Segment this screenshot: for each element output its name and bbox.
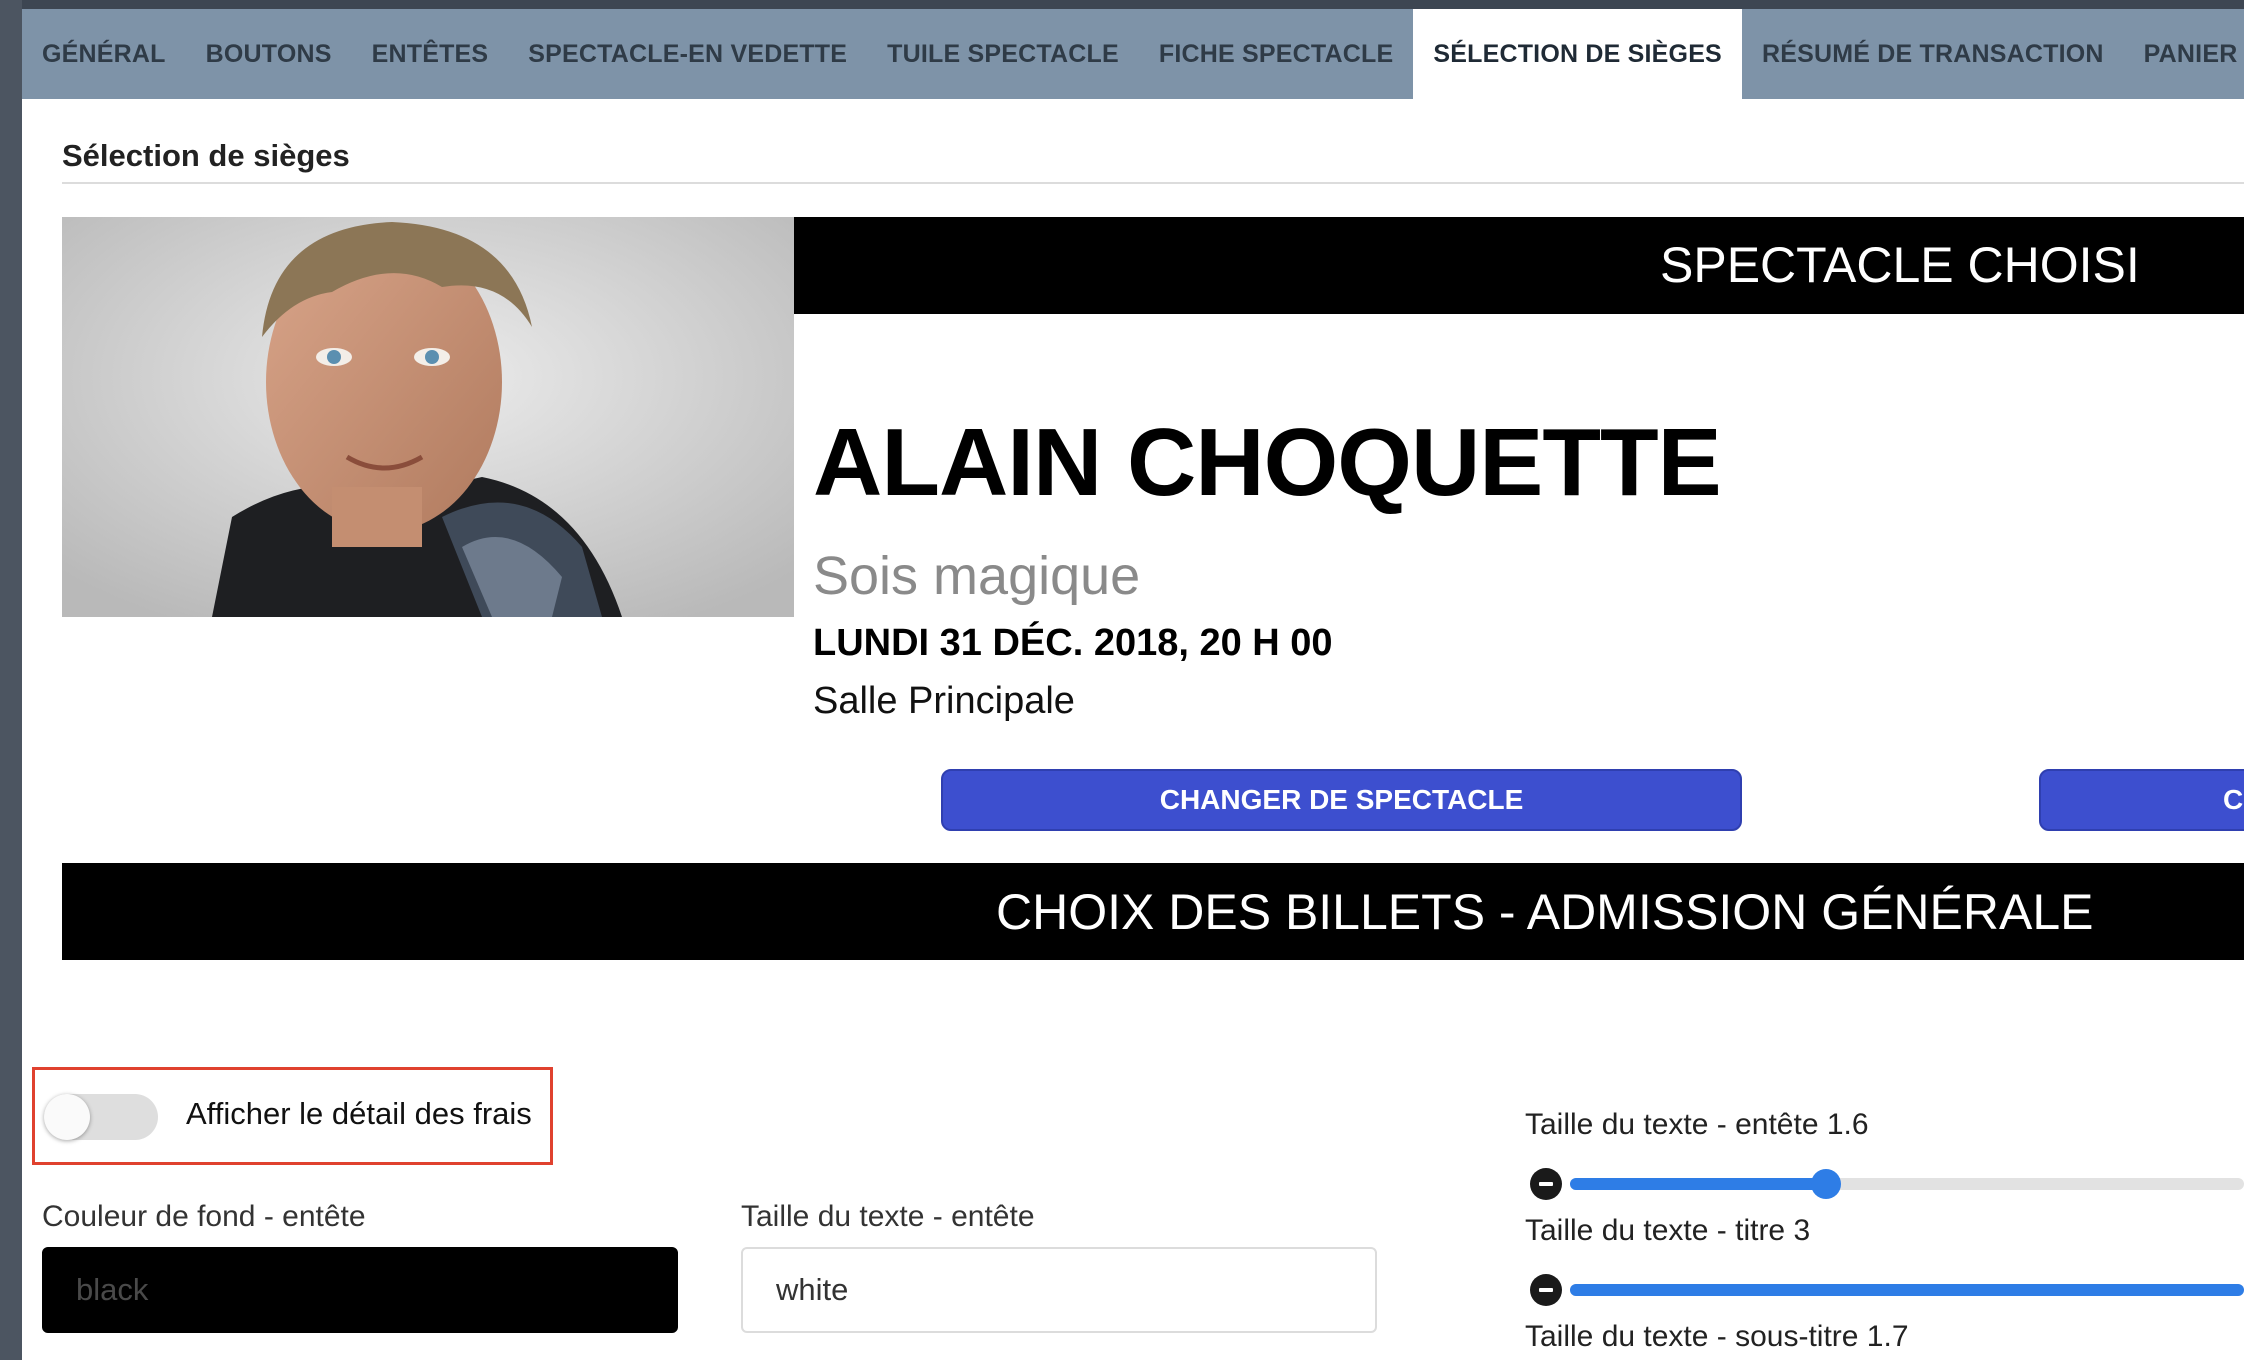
- tab-general[interactable]: GÉNÉRAL: [22, 9, 186, 99]
- slider-fill: [1570, 1284, 2244, 1296]
- slider-label-subtitle-text-size: Taille du texte - sous-titre 1.7: [1525, 1320, 1909, 1353]
- header-text-size-label: Taille du texte - entête: [741, 1200, 1035, 1233]
- header-bg-color-field[interactable]: [42, 1247, 678, 1333]
- ticket-choice-bar: CHOIX DES BILLETS - ADMISSION GÉNÉRALE: [62, 863, 2244, 960]
- preview-header-text: SPECTACLE CHOISI: [1660, 237, 2140, 293]
- section-divider: [62, 182, 2244, 184]
- settings-tab-bar: GÉNÉRAL BOUTONS ENTÊTES SPECTACLE-EN VED…: [22, 9, 2244, 99]
- slider-thumb[interactable]: [1811, 1169, 1842, 1199]
- section-title: Sélection de sièges: [62, 138, 350, 173]
- slider-label-header-text-size: Taille du texte - entête 1.6: [1525, 1108, 1869, 1141]
- tab-show-tile[interactable]: TUILE SPECTACLE: [867, 9, 1139, 99]
- show-title: ALAIN CHOQUETTE: [813, 409, 1722, 516]
- artist-photo: [62, 217, 794, 617]
- title-size-slider[interactable]: [1570, 1284, 2244, 1296]
- show-subtitle: Sois magique: [813, 546, 1141, 606]
- top-border: [22, 0, 2244, 9]
- preview-header-bar: SPECTACLE CHOISI: [794, 217, 2244, 314]
- ticket-choice-text: CHOIX DES BILLETS - ADMISSION GÉNÉRALE: [996, 884, 2094, 940]
- header-text-field[interactable]: [741, 1247, 1377, 1333]
- tab-featured-show[interactable]: SPECTACLE-EN VEDETTE: [508, 9, 867, 99]
- tab-buttons[interactable]: BOUTONS: [186, 9, 352, 99]
- decrease-title-size-button[interactable]: [1530, 1274, 1562, 1306]
- change-show-button[interactable]: CHANGER DE SPECTACLE: [941, 769, 1742, 831]
- toggle-knob: [44, 1094, 90, 1140]
- slider-fill: [1570, 1178, 1827, 1190]
- show-venue: Salle Principale: [813, 680, 1075, 722]
- tab-show-sheet[interactable]: FICHE SPECTACLE: [1139, 9, 1414, 99]
- tab-transaction-summary[interactable]: RÉSUMÉ DE TRANSACTION: [1742, 9, 2124, 99]
- secondary-button[interactable]: C: [2039, 769, 2244, 831]
- header-size-slider[interactable]: [1570, 1169, 2244, 1199]
- left-edge-panel: [0, 0, 22, 1360]
- decrease-header-size-button[interactable]: [1530, 1168, 1562, 1200]
- show-date: LUNDI 31 DÉC. 2018, 20 H 00: [813, 622, 1333, 664]
- fees-detail-label: Afficher le détail des frais: [186, 1096, 532, 1131]
- tab-seat-selection[interactable]: SÉLECTION DE SIÈGES: [1413, 9, 1742, 99]
- header-bg-color-label: Couleur de fond - entête: [42, 1200, 366, 1233]
- tab-headers[interactable]: ENTÊTES: [352, 9, 509, 99]
- tab-shopping-cart[interactable]: PANIER D'ACHAT: [2124, 9, 2244, 99]
- slider-label-title-text-size: Taille du texte - titre 3: [1525, 1214, 1811, 1247]
- fees-detail-toggle[interactable]: [44, 1094, 158, 1140]
